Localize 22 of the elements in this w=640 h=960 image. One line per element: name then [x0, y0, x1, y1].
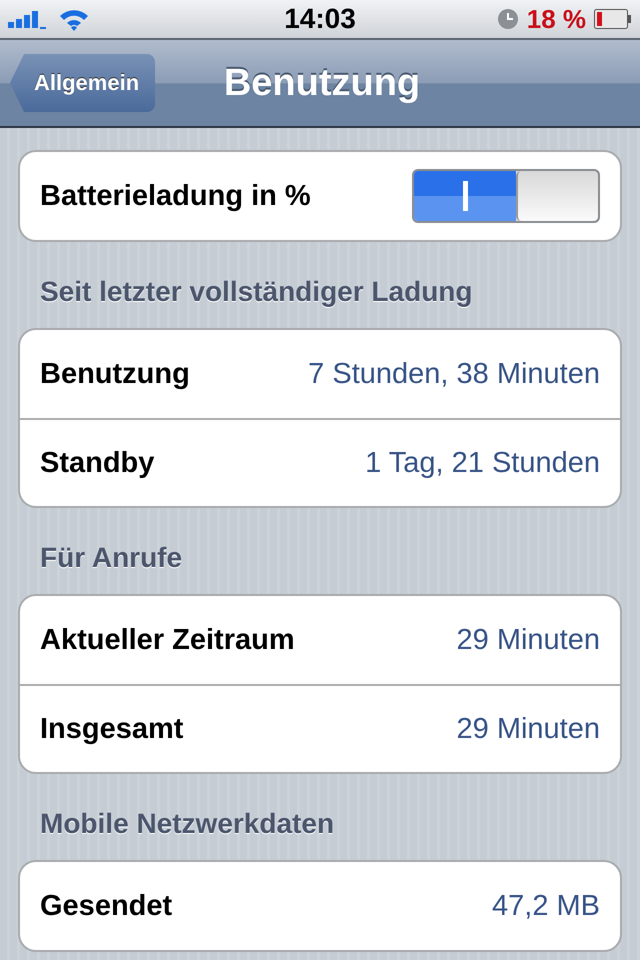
- clock-icon: [496, 8, 519, 30]
- setting-value: 1 Tag, 21 Stunden: [365, 446, 600, 480]
- setting-label: Benutzung: [40, 358, 191, 390]
- screen-title: Benutzung: [224, 62, 420, 104]
- setting-value: 7 Stunden, 38 Minuten: [308, 358, 600, 390]
- battery-icon: [594, 9, 632, 29]
- back-button[interactable]: Allgemein: [10, 54, 156, 112]
- setting-value: 29 Minuten: [456, 624, 600, 656]
- setting-value: 29 Minuten: [456, 712, 600, 746]
- section-header: Für Anrufe: [39, 541, 184, 575]
- setting-label: Insgesamt: [40, 712, 184, 746]
- setting-label: Aktueller Zeitraum: [40, 624, 296, 656]
- setting-label: Standby: [40, 446, 156, 480]
- section-header: Seit letzter vollständiger Ladung: [39, 275, 474, 309]
- battery-percentage: 18 %: [526, 4, 586, 34]
- section-header: Mobile Netzwerkdaten: [39, 807, 336, 841]
- setting-label: Gesendet: [40, 890, 174, 922]
- setting-label: Batterieladung in %: [40, 180, 312, 212]
- signal-icon: [8, 8, 48, 30]
- clock-time: 14:03: [284, 3, 356, 35]
- setting-value: 47,2 MB: [492, 890, 600, 922]
- toggle-switch[interactable]: [412, 169, 600, 223]
